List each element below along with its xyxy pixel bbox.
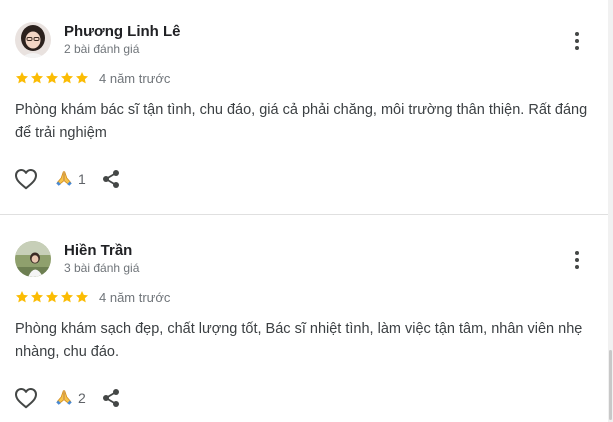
reviewer-review-count: 2 bài đánh giá [64,42,140,56]
review-card: Hiền Trần 3 bài đánh giá 4 năm trước Phò… [0,216,608,422]
avatar[interactable] [15,241,51,277]
star-icon [15,72,29,84]
star-icon [75,72,89,84]
heart-outline-icon [15,169,37,190]
star-icon [30,291,44,303]
share-button[interactable] [100,168,122,190]
more-vert-icon [575,32,579,50]
star-icon [60,72,74,84]
share-icon [102,170,119,188]
like-button[interactable] [14,167,40,191]
heart-outline-icon [15,388,37,409]
star-icon [30,72,44,84]
thanks-count: 1 [78,171,86,187]
reviewer-name[interactable]: Hiền Trần [64,242,132,259]
reviewer-review-count: 3 bài đánh giá [64,261,140,275]
scrollbar-thumb[interactable] [609,350,612,420]
star-rating [15,290,89,304]
review-text: Phòng khám bác sĩ tận tình, chu đáo, giá… [15,102,588,141]
review-divider [0,214,608,215]
share-button[interactable] [100,387,122,409]
star-icon [45,72,59,84]
review-date: 4 năm trước [99,290,171,305]
star-icon [60,291,74,303]
more-options-button[interactable] [568,249,586,271]
review-text: Phòng khám sạch đẹp, chất lượng tốt, Bác… [15,321,583,360]
review-actions: 2 [14,385,122,411]
like-button[interactable] [14,386,40,410]
star-rating [15,71,89,85]
more-options-button[interactable] [568,30,586,52]
review-actions: 1 [14,166,122,192]
more-vert-icon [575,251,579,269]
share-icon [102,389,119,407]
star-icon [15,291,29,303]
folded-hands-icon [56,171,72,186]
review-card: Phương Linh Lê 2 bài đánh giá 4 năm trướ… [0,0,608,214]
avatar[interactable] [15,22,51,58]
folded-hands-icon [56,390,72,405]
reviewer-name[interactable]: Phương Linh Lê [64,23,181,40]
thanks-count: 2 [78,390,86,406]
star-icon [75,291,89,303]
review-date: 4 năm trước [99,71,171,86]
thanks-button[interactable]: 1 [54,169,86,189]
thanks-button[interactable]: 2 [54,388,86,408]
star-icon [45,291,59,303]
